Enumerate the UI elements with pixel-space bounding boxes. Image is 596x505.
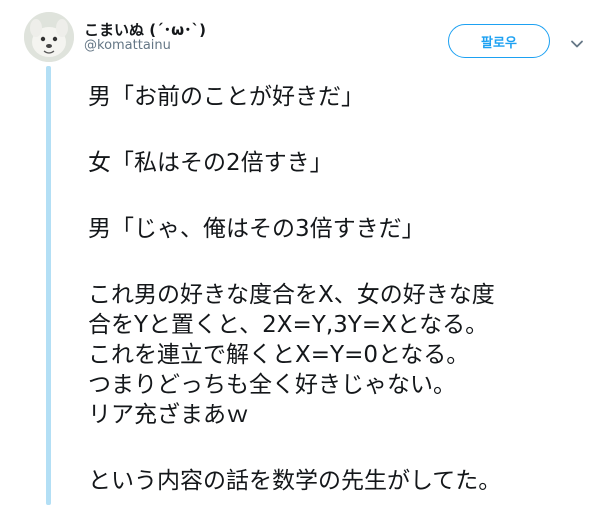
tweet-line: 女「私はその2倍すき」 xyxy=(88,150,333,176)
avatar[interactable] xyxy=(24,12,74,62)
tweet-line: リア充ざまあｗ xyxy=(88,402,249,428)
chevron-down-icon[interactable] xyxy=(569,36,585,52)
tweet-line: これ男の好きな度合をX、女の好きな度 xyxy=(88,282,495,308)
user-handle[interactable]: @komattainu xyxy=(84,38,171,53)
tweet-line: 合をYと置くと、2X=Y,3Y=Xとなる。 xyxy=(88,312,489,338)
tweet-line: 男「お前のことが好きだ」 xyxy=(88,84,364,110)
tweet-line: という内容の話を数学の先生がしてた。 xyxy=(88,468,502,494)
avatar-dog-icon xyxy=(24,12,74,62)
tweet-line: つまりどっちも全く好きじゃない。 xyxy=(88,372,456,398)
tweet-line: 男「じゃ、俺はその3倍すきだ」 xyxy=(88,216,425,242)
thread-line xyxy=(46,66,51,505)
display-name[interactable]: こまいぬ (´･ω･`) xyxy=(84,19,206,40)
tweet-line: これを連立で解くとX=Y=0となる。 xyxy=(88,342,470,368)
follow-button[interactable]: 팔로우 xyxy=(448,24,550,58)
tweet-text: 男「お前のことが好きだ」 女「私はその2倍すき」 男「じゃ、俺はその3倍すきだ」… xyxy=(88,82,588,496)
